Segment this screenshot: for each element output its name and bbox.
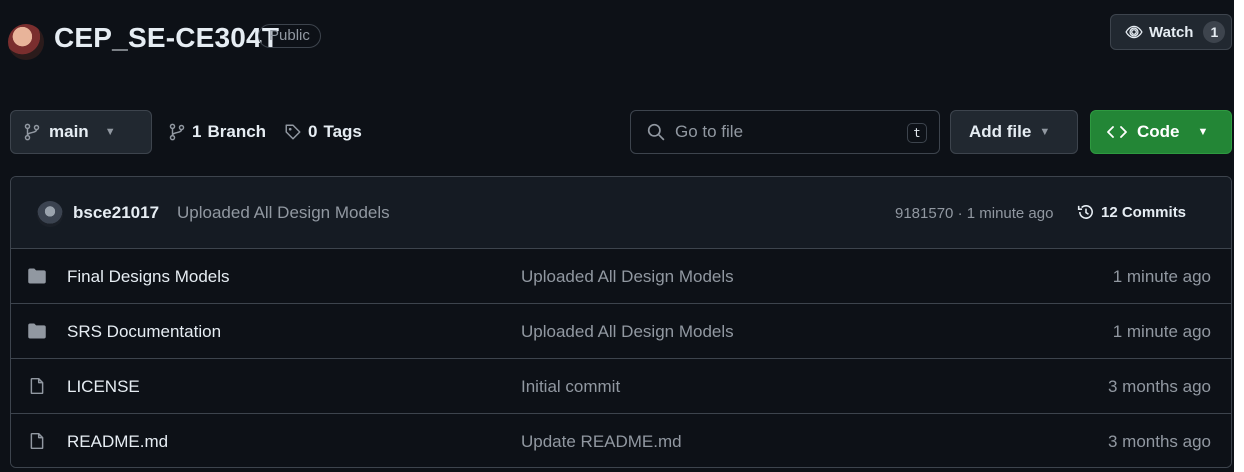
committer-avatar[interactable] (37, 201, 63, 227)
file-commit-link[interactable]: Uploaded All Design Models (521, 322, 734, 342)
file-icon (30, 377, 44, 395)
tags-link[interactable]: 0 Tags (284, 122, 362, 142)
watch-label: Watch (1149, 23, 1194, 41)
file-list: bsce21017 Uploaded All Design Models 918… (10, 176, 1232, 468)
commits-label: 12 Commits (1101, 203, 1187, 221)
repo-header: CEP_SE-CE304T Public Watch 1 (0, 0, 1234, 76)
file-commit-link[interactable]: Initial commit (521, 377, 620, 397)
file-commit-link[interactable]: Update README.md (521, 432, 682, 452)
table-row: README.md Update README.md 3 months ago (11, 414, 1231, 467)
table-row: Final Designs Models Uploaded All Design… (11, 249, 1231, 304)
file-date: 1 minute ago (1112, 322, 1211, 341)
folder-icon (28, 268, 46, 284)
commits-link[interactable]: 12 Commits (1077, 203, 1186, 221)
git-branch-icon (169, 123, 185, 141)
repo-page: CEP_SE-CE304T Public Watch 1 main ▼ 1 Br… (0, 0, 1244, 472)
file-date: 3 months ago (1107, 377, 1211, 396)
file-name-link[interactable]: LICENSE (67, 377, 140, 397)
eye-icon (1125, 25, 1143, 39)
add-file-label: Add file (969, 122, 1032, 141)
file-name-link[interactable]: README.md (67, 432, 168, 452)
branch-name: main (49, 122, 89, 141)
search-placeholder: Go to file (675, 122, 744, 141)
visibility-badge: Public (258, 24, 321, 48)
file-date: 3 months ago (1107, 432, 1211, 451)
file-name-link[interactable]: Final Designs Models (67, 267, 230, 287)
latest-commit-bar: bsce21017 Uploaded All Design Models 918… (11, 177, 1231, 249)
branch-count: 1 (192, 122, 202, 141)
table-row: SRS Documentation Uploaded All Design Mo… (11, 304, 1231, 359)
git-branch-icon (24, 123, 40, 141)
file-name-link[interactable]: SRS Documentation (67, 322, 221, 342)
chevron-down-icon: ▼ (1197, 126, 1209, 138)
branch-word: Branch (207, 122, 267, 141)
commit-author[interactable]: bsce21017 (73, 203, 159, 223)
search-icon (647, 123, 665, 141)
file-date: 1 minute ago (1112, 267, 1211, 286)
file-commit-link[interactable]: Uploaded All Design Models (521, 267, 734, 287)
watch-button[interactable]: Watch 1 (1110, 14, 1232, 50)
repo-title[interactable]: CEP_SE-CE304T (54, 22, 279, 54)
keyboard-shortcut-hint: t (907, 123, 927, 143)
tag-word: Tags (323, 122, 362, 141)
code-label: Code (1137, 122, 1180, 141)
table-row: LICENSE Initial commit 3 months ago (11, 359, 1231, 414)
owner-avatar[interactable] (8, 24, 44, 60)
commit-hash-time[interactable]: 9181570 · 1 minute ago (895, 205, 1053, 222)
tag-icon (285, 124, 301, 140)
code-button[interactable]: Code ▼ (1090, 110, 1232, 154)
commit-message[interactable]: Uploaded All Design Models (177, 203, 390, 223)
chevron-down-icon: ▼ (104, 126, 116, 138)
chevron-down-icon: ▼ (1039, 126, 1051, 138)
code-icon (1107, 126, 1127, 138)
go-to-file-input[interactable]: Go to file t (630, 110, 940, 154)
watch-count: 1 (1203, 21, 1226, 43)
branches-link[interactable]: 1 Branch (168, 122, 266, 142)
add-file-button[interactable]: Add file ▼ (950, 110, 1078, 154)
file-icon (30, 432, 44, 450)
tag-count: 0 (308, 122, 318, 141)
branch-select-button[interactable]: main ▼ (10, 110, 152, 154)
history-icon (1077, 205, 1093, 219)
repo-toolbar: main ▼ 1 Branch 0 Tags Go to file t Add … (0, 108, 1234, 156)
folder-icon (28, 323, 46, 339)
